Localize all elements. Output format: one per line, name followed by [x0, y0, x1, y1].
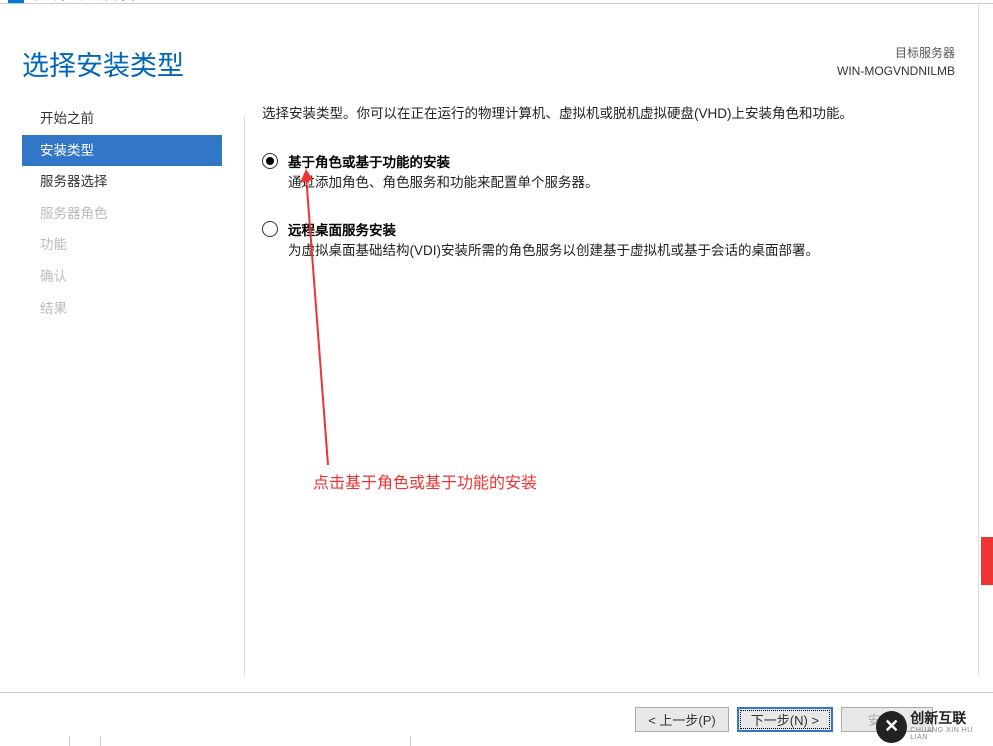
annotation-text: 点击基于角色或基于功能的安装	[313, 469, 537, 493]
window-controls: ─ ▢ ✕	[858, 0, 993, 4]
target-name: WIN-MOGVNDNILMB	[837, 62, 955, 80]
target-label: 目标服务器	[837, 44, 955, 62]
radio-title: 基于角色或基于功能的安装	[288, 151, 963, 171]
right-border	[978, 5, 979, 675]
radio-desc: 为虚拟桌面基础结构(VDI)安装所需的角色服务以创建基于虚拟机或基于会话的桌面部…	[288, 241, 963, 261]
logo-mark-icon: ✕	[876, 711, 907, 743]
body: 开始之前 安装类型 服务器选择 服务器角色 功能 确认 结果 选择安装类型。你可…	[0, 103, 993, 324]
tick	[69, 736, 70, 746]
sidebar-item-confirmation: 确认	[22, 261, 222, 293]
main-content: 选择安装类型。你可以在正在运行的物理计算机、虚拟机或脱机虚拟硬盘(VHD)上安装…	[222, 103, 993, 324]
sidebar-item-server-selection[interactable]: 服务器选择	[22, 166, 222, 198]
vertical-divider	[244, 115, 245, 675]
sidebar-item-installation-type[interactable]: 安装类型	[22, 135, 222, 167]
radio-option-role-based[interactable]: 基于角色或基于功能的安装 通过添加角色、角色服务和功能来配置单个服务器。	[262, 151, 963, 193]
sidebar-item-features: 功能	[22, 229, 222, 261]
close-button[interactable]: ✕	[948, 0, 993, 4]
next-button[interactable]: 下一步(N) >	[737, 707, 833, 732]
radio-icon[interactable]	[262, 153, 278, 169]
bottom-ticks	[0, 736, 993, 746]
sidebar-item-results: 结果	[22, 293, 222, 325]
radio-desc: 通过添加角色、角色服务和功能来配置单个服务器。	[288, 173, 963, 193]
radio-title: 远程桌面服务安装	[288, 219, 963, 239]
watermark-logo: ✕ 创新互联 CHUANG XIN HU LIAN	[876, 709, 991, 744]
sidebar-item-server-roles: 服务器角色	[22, 198, 222, 230]
window-title: 添加角色和功能向导	[30, 0, 138, 3]
sidebar-item-before-you-begin[interactable]: 开始之前	[22, 103, 222, 135]
logo-cn: 创新互联	[910, 711, 991, 726]
header: 选择安装类型 目标服务器 WIN-MOGVNDNILMB	[0, 4, 993, 103]
logo-text: 创新互联 CHUANG XIN HU LIAN	[910, 711, 991, 742]
radio-icon[interactable]	[262, 221, 278, 237]
target-info: 目标服务器 WIN-MOGVNDNILMB	[837, 44, 955, 80]
red-side-bar	[981, 537, 993, 585]
sidebar: 开始之前 安装类型 服务器选择 服务器角色 功能 确认 结果	[22, 103, 222, 324]
tick	[410, 736, 411, 746]
tick	[100, 736, 101, 746]
logo-en: CHUANG XIN HU LIAN	[910, 727, 991, 742]
page-title: 选择安装类型	[22, 44, 184, 83]
app-icon	[8, 0, 24, 3]
minimize-button[interactable]: ─	[858, 0, 903, 4]
radio-content: 远程桌面服务安装 为虚拟桌面基础结构(VDI)安装所需的角色服务以创建基于虚拟机…	[288, 219, 963, 261]
intro-text: 选择安装类型。你可以在正在运行的物理计算机、虚拟机或脱机虚拟硬盘(VHD)上安装…	[262, 103, 963, 125]
radio-option-remote-desktop[interactable]: 远程桌面服务安装 为虚拟桌面基础结构(VDI)安装所需的角色服务以创建基于虚拟机…	[262, 219, 963, 261]
maximize-button[interactable]: ▢	[903, 0, 948, 4]
radio-content: 基于角色或基于功能的安装 通过添加角色、角色服务和功能来配置单个服务器。	[288, 151, 963, 193]
previous-button[interactable]: < 上一步(P)	[635, 707, 729, 732]
titlebar: 添加角色和功能向导 ─ ▢ ✕	[0, 0, 993, 4]
